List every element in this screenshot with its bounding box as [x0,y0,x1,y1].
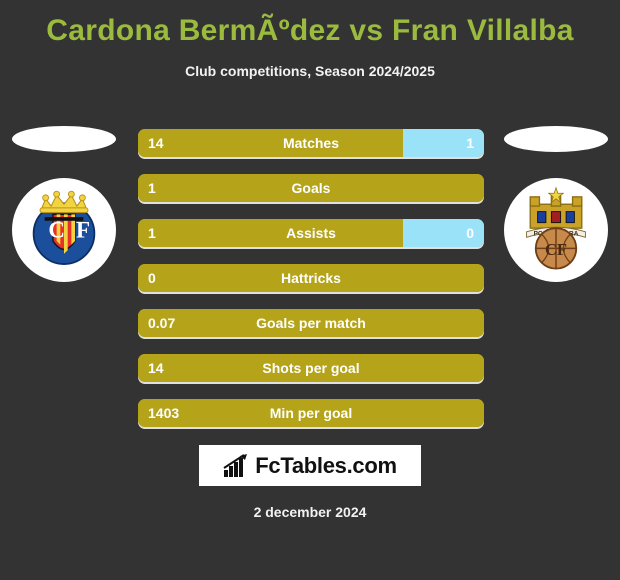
svg-text:CF: CF [545,240,567,259]
stat-label: Matches [282,135,340,151]
fctables-logo-text: FcTables.com [255,452,397,478]
footer-date: 2 december 2024 [253,504,367,520]
decorative-ellipse-right [504,126,608,152]
stat-label: Shots per goal [262,360,360,376]
stat-label: Goals [291,180,331,196]
svg-text:F: F [76,217,90,242]
svg-text:C: C [48,217,65,242]
decorative-ellipse-left [12,126,116,152]
page-title: Cardona BermÃºdez vs Fran Villalba [46,14,574,47]
stat-label: Min per goal [269,405,353,421]
table-row: 14 Shots per goal [138,354,484,382]
bar-chart-icon [223,453,248,477]
away-stat-value: 1 [466,135,474,151]
away-team-badge: PONTEVEDRA CF [504,178,608,282]
stats-list: 14 Matches 1 1 Goals 1 Assists 0 0 Hattr… [138,129,484,444]
page-subtitle: Club competitions, Season 2024/2025 [185,63,435,79]
stat-label: Hattricks [281,270,341,286]
fctables-logo[interactable]: FcTables.com [199,445,421,486]
stat-label: Assists [286,225,336,241]
table-row: 0 Hattricks [138,264,484,292]
away-stat-value: 0 [466,225,474,241]
stats-comparison-card: Cardona BermÃºdez vs Fran Villalba Club … [0,0,620,580]
pontevedra-cf-badge-icon: PONTEVEDRA CF [526,186,586,270]
table-row: 0.07 Goals per match [138,309,484,337]
table-row: 1 Goals [138,174,484,202]
table-row: 1403 Min per goal [138,399,484,427]
stat-label: Goals per match [256,315,366,331]
villarreal-cf-badge-icon: C F [32,190,96,265]
table-row: 1 Assists 0 [138,219,484,247]
table-row: 14 Matches 1 [138,129,484,157]
home-team-badge: C F [12,178,116,282]
